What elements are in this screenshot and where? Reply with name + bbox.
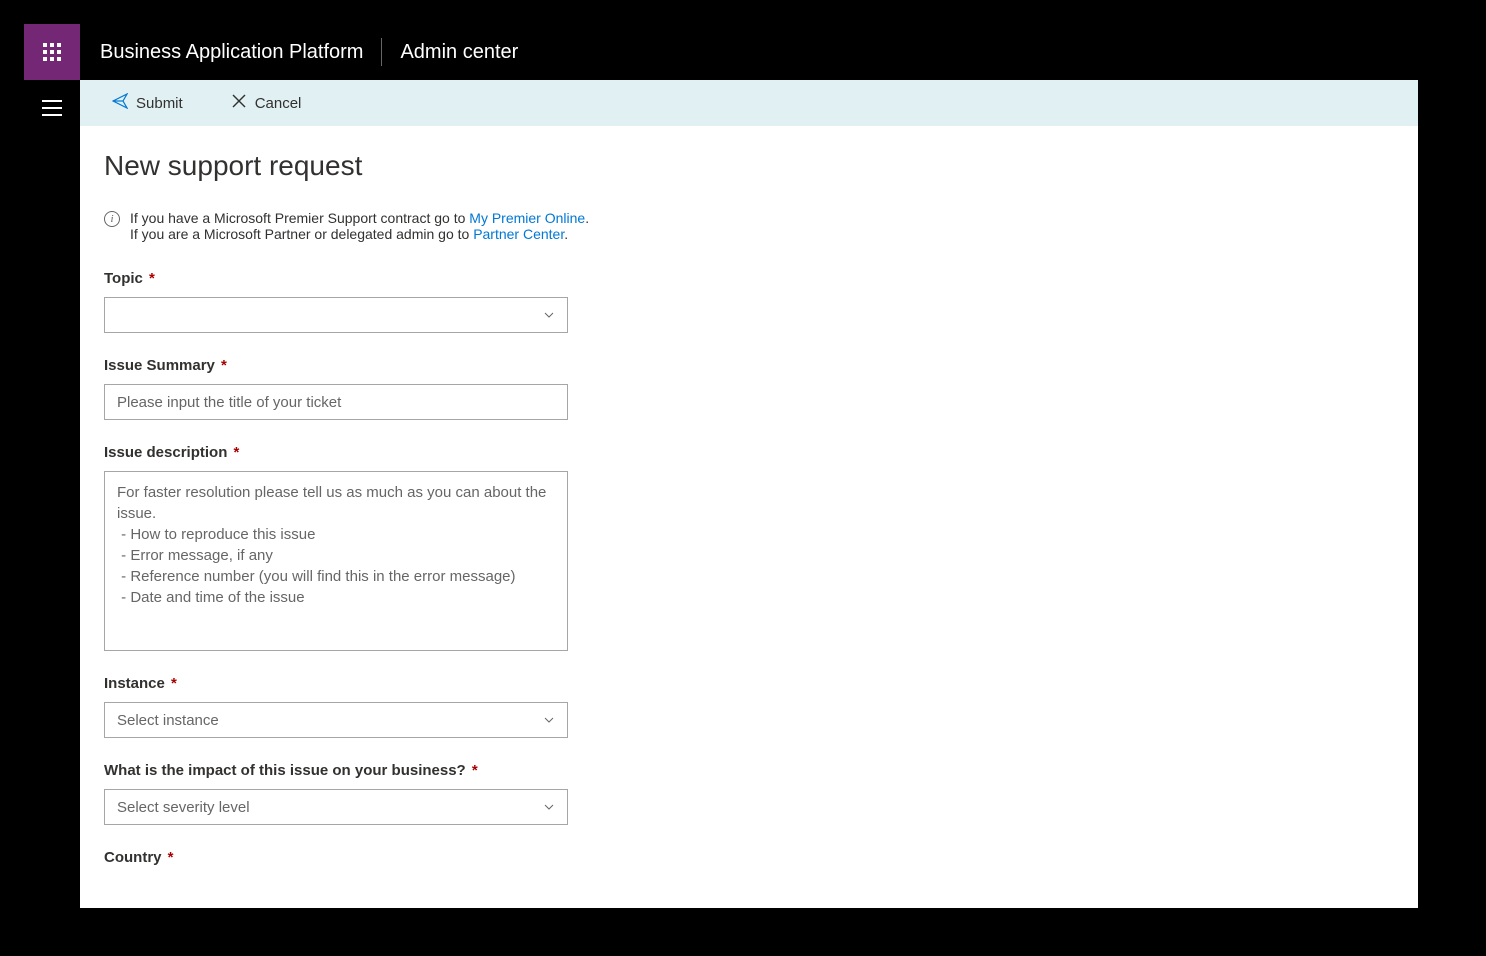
topic-label: Topic * — [104, 270, 568, 287]
info-banner: i If you have a Microsoft Premier Suppor… — [104, 210, 1394, 242]
chevron-down-icon — [543, 309, 555, 321]
instance-value: Select instance — [117, 712, 219, 729]
send-icon — [112, 93, 128, 113]
impact-label: What is the impact of this issue on your… — [104, 762, 568, 779]
cancel-label: Cancel — [255, 95, 302, 112]
hamburger-icon — [42, 100, 62, 102]
field-summary: Issue Summary * — [104, 357, 568, 420]
waffle-icon — [43, 43, 61, 61]
impact-value: Select severity level — [117, 799, 250, 816]
summary-label: Issue Summary * — [104, 357, 568, 374]
app-window: Business Application Platform Admin cent… — [24, 24, 1418, 908]
command-bar: Submit Cancel — [80, 80, 1418, 126]
body: Submit Cancel New support request — [24, 80, 1418, 908]
country-label: Country * — [104, 849, 568, 866]
field-instance: Instance * Select instance — [104, 675, 568, 738]
field-description: Issue description * — [104, 444, 568, 651]
info-icon: i — [104, 211, 120, 227]
info-text: If you have a Microsoft Premier Support … — [130, 210, 589, 242]
impact-dropdown[interactable]: Select severity level — [104, 789, 568, 825]
summary-input[interactable] — [104, 384, 568, 420]
product-name: Business Application Platform — [100, 41, 363, 64]
instance-label: Instance * — [104, 675, 568, 692]
header-divider — [381, 38, 382, 66]
partner-center-link[interactable]: Partner Center — [473, 226, 564, 242]
field-impact: What is the impact of this issue on your… — [104, 762, 568, 825]
description-textarea[interactable] — [104, 471, 568, 651]
content: New support request i If you have a Micr… — [80, 126, 1418, 876]
sidebar-rail — [24, 80, 80, 908]
close-icon — [231, 93, 247, 113]
app-launcher-button[interactable] — [24, 24, 80, 80]
chevron-down-icon — [543, 801, 555, 813]
support-form: Topic * Issue Summary * — [104, 270, 568, 866]
premier-online-link[interactable]: My Premier Online — [469, 210, 585, 226]
area-name: Admin center — [400, 41, 518, 64]
submit-button[interactable]: Submit — [112, 93, 183, 113]
field-country: Country * — [104, 849, 568, 866]
header: Business Application Platform Admin cent… — [24, 24, 1418, 80]
header-title: Business Application Platform Admin cent… — [80, 24, 518, 80]
instance-dropdown[interactable]: Select instance — [104, 702, 568, 738]
field-topic: Topic * — [104, 270, 568, 333]
topic-dropdown[interactable] — [104, 297, 568, 333]
cancel-button[interactable]: Cancel — [231, 93, 302, 113]
submit-label: Submit — [136, 95, 183, 112]
main: Submit Cancel New support request — [80, 80, 1418, 908]
page-title: New support request — [104, 150, 1394, 182]
description-label: Issue description * — [104, 444, 568, 461]
chevron-down-icon — [543, 714, 555, 726]
nav-toggle-button[interactable] — [42, 100, 62, 116]
